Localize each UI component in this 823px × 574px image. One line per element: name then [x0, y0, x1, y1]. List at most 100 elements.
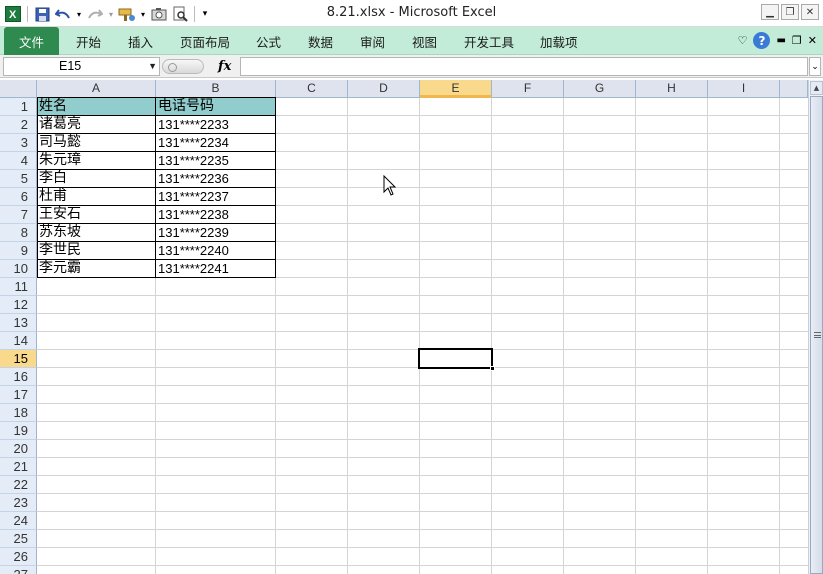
table-cell-name[interactable]: 杜甫 [37, 188, 156, 206]
row-header-10[interactable]: 10 [0, 260, 37, 278]
row-header-25[interactable]: 25 [0, 530, 37, 548]
active-cell-selection[interactable] [418, 348, 495, 371]
table-cell-phone[interactable]: 131****2238 [156, 206, 276, 224]
split-box[interactable] [808, 66, 823, 78]
tab-developer[interactable]: 开发工具 [464, 32, 514, 51]
row-header-16[interactable]: 16 [0, 368, 37, 386]
table-cell-phone[interactable]: 131****2239 [156, 224, 276, 242]
doc-restore-icon[interactable]: ❐ [792, 34, 802, 47]
row-header-15[interactable]: 15 [0, 350, 37, 368]
select-all-corner[interactable] [0, 80, 37, 98]
tab-formulas[interactable]: 公式 [256, 32, 281, 51]
scroll-up-icon[interactable]: ▲ [810, 81, 823, 95]
tab-view[interactable]: 视图 [412, 32, 437, 51]
tab-addins[interactable]: 加载项 [540, 32, 578, 51]
close-icon[interactable]: ✕ [801, 4, 819, 20]
tab-review[interactable]: 审阅 [360, 32, 385, 51]
gridline-horizontal [37, 457, 808, 458]
row-header-24[interactable]: 24 [0, 512, 37, 530]
doc-minimize-icon[interactable]: ▬ [776, 35, 785, 46]
table-header-name[interactable]: 姓名 [37, 98, 156, 116]
scrollbar-thumb[interactable] [810, 96, 823, 574]
table-border-horizontal [37, 223, 276, 224]
doc-close-icon[interactable]: ✕ [808, 34, 817, 47]
table-cell-name[interactable]: 李元霸 [37, 260, 156, 278]
table-cell-name[interactable]: 李世民 [37, 242, 156, 260]
fill-handle[interactable] [490, 366, 495, 371]
minimize-ribbon-icon[interactable]: ♡ [738, 34, 748, 47]
row-header-5[interactable]: 5 [0, 170, 37, 188]
table-cell-name[interactable]: 朱元璋 [37, 152, 156, 170]
row-header-12[interactable]: 12 [0, 296, 37, 314]
table-cell-phone[interactable]: 131****2237 [156, 188, 276, 206]
table-border-horizontal [37, 169, 276, 170]
vertical-scrollbar[interactable]: ▲ [808, 80, 823, 574]
window-controls: ▁ ❐ ✕ [761, 4, 819, 20]
name-box-dropdown-icon[interactable]: ▼ [148, 58, 157, 75]
column-header-d[interactable]: D [348, 80, 420, 98]
table-cell-phone[interactable]: 131****2235 [156, 152, 276, 170]
table-border-vertical [155, 97, 156, 278]
column-header-j-partial[interactable] [780, 80, 808, 98]
row-header-9[interactable]: 9 [0, 242, 37, 260]
formula-bar-resize-handle[interactable] [162, 59, 204, 74]
name-box[interactable]: E15 ▼ [3, 57, 160, 76]
restore-icon[interactable]: ❐ [781, 4, 799, 20]
row-header-11[interactable]: 11 [0, 278, 37, 296]
row-header-7[interactable]: 7 [0, 206, 37, 224]
row-header-23[interactable]: 23 [0, 494, 37, 512]
table-cell-name[interactable]: 司马懿 [37, 134, 156, 152]
column-header-e[interactable]: E [420, 80, 492, 98]
minimize-icon[interactable]: ▁ [761, 4, 779, 20]
row-header-20[interactable]: 20 [0, 440, 37, 458]
table-cell-name[interactable]: 苏东坡 [37, 224, 156, 242]
column-header-i[interactable]: I [708, 80, 780, 98]
table-cell-phone[interactable]: 131****2236 [156, 170, 276, 188]
tab-page-layout[interactable]: 页面布局 [180, 32, 230, 51]
row-header-26[interactable]: 26 [0, 548, 37, 566]
help-icon[interactable]: ? [753, 32, 771, 49]
table-border-horizontal [37, 133, 276, 134]
row-header-8[interactable]: 8 [0, 224, 37, 242]
tab-file[interactable]: 文件 [4, 27, 59, 55]
table-cell-phone[interactable]: 131****2233 [156, 116, 276, 134]
table-cell-name[interactable]: 诸葛亮 [37, 116, 156, 134]
row-header-3[interactable]: 3 [0, 134, 37, 152]
table-border-horizontal [37, 97, 276, 98]
row-header-14[interactable]: 14 [0, 332, 37, 350]
table-border-horizontal [37, 277, 276, 278]
tab-insert[interactable]: 插入 [128, 32, 153, 51]
row-header-2[interactable]: 2 [0, 116, 37, 134]
row-header-21[interactable]: 21 [0, 458, 37, 476]
scrollbar-grip-icon [814, 332, 821, 338]
column-header-b[interactable]: B [156, 80, 276, 98]
gridline-horizontal [37, 511, 808, 512]
tab-home[interactable]: 开始 [76, 32, 101, 51]
table-cell-phone[interactable]: 131****2234 [156, 134, 276, 152]
row-header-27[interactable]: 27 [0, 566, 37, 574]
tab-data[interactable]: 数据 [308, 32, 333, 51]
row-header-4[interactable]: 4 [0, 152, 37, 170]
table-cell-name[interactable]: 王安石 [37, 206, 156, 224]
row-header-17[interactable]: 17 [0, 386, 37, 404]
insert-function-icon[interactable]: fx [218, 59, 231, 74]
column-header-h[interactable]: H [636, 80, 708, 98]
column-header-c[interactable]: C [276, 80, 348, 98]
formula-input[interactable] [240, 57, 808, 76]
row-header-1[interactable]: 1 [0, 98, 37, 116]
gridline-horizontal [37, 565, 808, 566]
column-header-f[interactable]: F [492, 80, 564, 98]
column-header-a[interactable]: A [37, 80, 156, 98]
column-header-g[interactable]: G [564, 80, 636, 98]
table-cell-phone[interactable]: 131****2240 [156, 242, 276, 260]
row-header-18[interactable]: 18 [0, 404, 37, 422]
row-header-13[interactable]: 13 [0, 314, 37, 332]
table-border-horizontal [37, 187, 276, 188]
row-header-19[interactable]: 19 [0, 422, 37, 440]
table-cell-name[interactable]: 李白 [37, 170, 156, 188]
table-cell-phone[interactable]: 131****2241 [156, 260, 276, 278]
row-header-22[interactable]: 22 [0, 476, 37, 494]
table-border-horizontal [37, 205, 276, 206]
table-header-phone[interactable]: 电话号码 [156, 98, 276, 116]
row-header-6[interactable]: 6 [0, 188, 37, 206]
